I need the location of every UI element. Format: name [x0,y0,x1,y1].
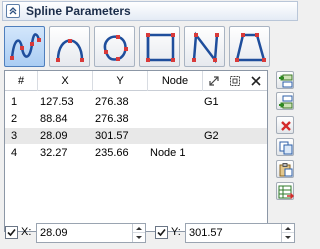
cell-index: 3 [11,130,18,142]
y-decrement-button[interactable] [282,233,294,242]
paste-icon [279,163,293,177]
cell-index: 4 [11,147,18,159]
arrow-up-icon [285,226,291,230]
cell-node: Node 1 [150,147,186,159]
column-header-index[interactable]: # [5,71,38,91]
points-table[interactable]: # X Y Node 1 127.53 276.38 G1 2 88.84 27… [4,70,268,232]
y-input[interactable]: 301.57 [185,223,295,243]
add-row-icon [279,74,293,88]
column-header-node[interactable]: Node [148,71,203,91]
collapse-button[interactable] [6,4,20,18]
open-polyline-button[interactable] [184,26,225,67]
clear-column-button[interactable] [245,71,267,91]
arc-spline-icon [56,39,84,62]
cell-continuity: G2 [204,130,219,142]
cell-index: 2 [11,113,18,125]
cell-continuity: G1 [204,96,219,108]
x-lock-checkbox[interactable] [5,226,18,239]
spline-through-points-button[interactable] [4,26,45,67]
x-increment-button[interactable] [133,224,145,233]
close-icon [251,76,261,86]
table-row[interactable]: 2 88.84 276.38 [5,111,267,127]
arrow-down-icon [136,236,142,239]
column-header-y[interactable]: Y [93,71,148,91]
table-header: # X Y Node [5,71,267,91]
x-label: X: [21,226,32,238]
import-points-button[interactable] [276,182,294,200]
x-input[interactable]: 28.09 [36,223,146,243]
y-spinner[interactable] [281,224,294,242]
closed-spline-button[interactable] [94,26,135,67]
checkmark-icon [7,228,16,237]
copy-icon [279,141,293,155]
cell-y: 276.38 [95,113,129,125]
closed-polygon-button[interactable] [229,26,270,67]
closed-polyline-button[interactable] [139,26,180,67]
closed-polyline-icon [146,33,175,62]
closed-spline-icon [103,35,128,61]
checkmark-icon [157,228,166,237]
table-import-icon [278,185,294,200]
insert-point-button[interactable] [276,92,294,110]
add-point-after-button[interactable] [276,71,294,89]
y-label: Y: [171,226,181,238]
x-spinner[interactable] [132,224,145,242]
insert-row-icon [279,95,293,109]
open-polyline-icon [192,31,219,64]
table-row-selected[interactable]: 3 28.09 301.57 G2 [5,128,267,144]
table-row[interactable]: 4 32.27 235.66 Node 1 [5,145,267,161]
y-increment-button[interactable] [282,224,294,233]
double-chevron-up-icon [9,7,17,15]
arrow-down-icon [285,236,291,239]
cell-y: 235.66 [95,147,129,159]
y-lock-checkbox[interactable] [155,226,168,239]
cell-x: 28.09 [40,130,68,142]
arrow-up-icon [136,226,142,230]
cell-x: 88.84 [40,113,68,125]
cell-y: 276.38 [95,96,129,108]
cell-index: 1 [11,96,18,108]
node-frame-icon [230,76,240,86]
y-input-value: 301.57 [189,227,223,239]
expand-arrows-icon [209,76,219,86]
node-settings-button[interactable] [225,71,245,91]
cell-x: 32.27 [40,147,68,159]
panel-header: Spline Parameters [2,1,298,21]
paste-points-button[interactable] [276,160,294,178]
x-input-value: 28.09 [40,227,68,239]
arc-spline-button[interactable] [49,26,90,67]
copy-points-button[interactable] [276,138,294,156]
delete-icon [281,121,291,131]
cell-y: 301.57 [95,130,129,142]
column-header-x[interactable]: X [38,71,93,91]
expand-column-button[interactable] [203,71,225,91]
table-row[interactable]: 1 127.53 276.38 G1 [5,94,267,110]
panel-title: Spline Parameters [26,4,131,18]
cell-x: 127.53 [40,96,74,108]
delete-point-button[interactable] [276,116,294,134]
spline-through-points-icon [10,33,41,60]
closed-polygon-icon [235,33,266,62]
x-decrement-button[interactable] [133,233,145,242]
coordinate-bar: X: 28.09 Y: 301.57 [0,220,300,248]
